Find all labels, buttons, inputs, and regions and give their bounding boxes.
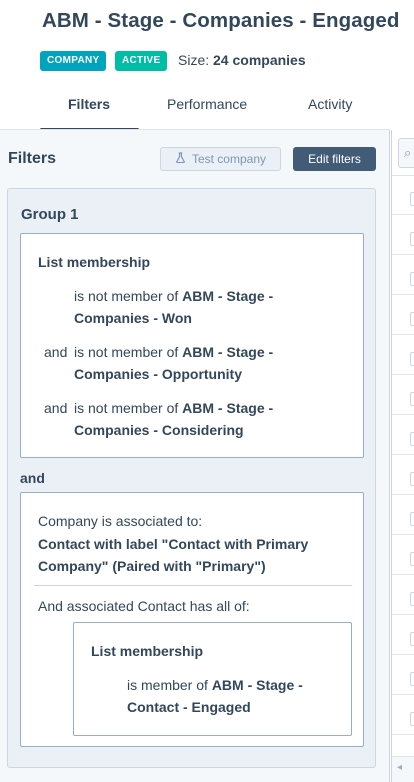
table-header-divider: [392, 175, 414, 176]
records-table-edge: ⌕ ◂: [391, 130, 414, 782]
rule-conjunction: and: [44, 344, 68, 360]
rule-operator: is member of: [127, 677, 212, 693]
row-checkbox[interactable]: [410, 392, 414, 406]
rule-operator: is not member of: [74, 400, 183, 416]
rule-body: is not member of ABM - Stage - Companies…: [74, 397, 314, 441]
test-company-button[interactable]: Test company: [160, 147, 281, 171]
filter-rule: is not member of ABM - Stage - Companies…: [44, 285, 344, 329]
rule-conjunction: and: [44, 400, 68, 416]
rule-list-name: ABM - Stage -: [211, 677, 303, 693]
table-row-divider: [392, 214, 414, 215]
tab-activity[interactable]: Activity: [308, 96, 352, 112]
test-company-label: Test company: [191, 152, 267, 166]
filter-card-heading: List membership: [91, 643, 204, 659]
table-row-divider: [392, 614, 414, 615]
page-title: ABM - Stage - Companies - Engaged: [42, 9, 400, 32]
rule-operator: is not member of: [74, 288, 183, 304]
object-type-badge: COMPANY: [40, 51, 107, 71]
table-row-divider: [392, 574, 414, 575]
row-checkbox[interactable]: [410, 632, 414, 646]
rule-list-name-cont: Companies - Considering: [74, 422, 244, 438]
rule-list-name-cont: Companies - Won: [74, 310, 192, 326]
card-divider: [34, 585, 352, 586]
table-row-divider: [392, 414, 414, 415]
list-size: Size: 24 companies: [178, 52, 306, 68]
association-description: Company is associated to:: [38, 513, 203, 529]
table-row-divider: [392, 734, 414, 735]
row-checkbox[interactable]: [410, 312, 414, 326]
tab-filters[interactable]: Filters: [68, 96, 110, 112]
flask-icon: [175, 152, 186, 166]
table-row-divider: [392, 374, 414, 375]
table-row-divider: [392, 334, 414, 335]
tab-performance[interactable]: Performance: [167, 96, 247, 112]
rule-list-name: ABM - Stage -: [182, 288, 274, 304]
nested-list-membership-card[interactable]: List membership is member of ABM - Stage…: [73, 622, 352, 736]
horizontal-scrollbar[interactable]: ◂: [392, 756, 414, 782]
filters-panel: Filters Test company Edit filters Group …: [0, 130, 390, 782]
status-badge: ACTIVE: [115, 51, 168, 71]
row-checkbox[interactable]: [410, 232, 414, 246]
table-row-divider: [392, 494, 414, 495]
size-value: 24 companies: [213, 52, 306, 68]
rule-operator: is not member of: [74, 344, 183, 360]
and-connector: and: [20, 470, 45, 486]
association-filter-card[interactable]: Company is associated to: Contact with l…: [20, 492, 364, 747]
table-row-divider: [392, 454, 414, 455]
list-header: ABM - Stage - Companies - Engaged COMPAN…: [0, 0, 414, 132]
group-title: Group 1: [21, 206, 79, 223]
row-checkbox[interactable]: [410, 712, 414, 726]
table-search-input[interactable]: ⌕: [398, 138, 414, 168]
filter-card-heading: List membership: [38, 254, 151, 270]
rule-list-name: ABM - Stage -: [182, 400, 274, 416]
filter-rule: is member of ABM - Stage - Contact - Eng…: [127, 674, 347, 718]
filters-panel-title: Filters: [8, 150, 57, 167]
scroll-left-icon[interactable]: ◂: [397, 762, 402, 773]
row-checkbox[interactable]: [410, 352, 414, 366]
rule-list-name-cont: Companies - Opportunity: [74, 366, 242, 382]
rule-body: is not member of ABM - Stage - Companies…: [74, 285, 314, 329]
rule-list-name-cont: Contact - Engaged: [127, 699, 251, 715]
table-row-divider: [392, 654, 414, 655]
size-label: Size:: [178, 52, 210, 68]
table-row-divider: [392, 294, 414, 295]
associated-condition: And associated Contact has all of:: [38, 598, 250, 614]
table-row-divider: [392, 694, 414, 695]
table-row-divider: [392, 534, 414, 535]
row-checkbox[interactable]: [410, 432, 414, 446]
row-checkbox[interactable]: [410, 672, 414, 686]
row-checkbox[interactable]: [410, 512, 414, 526]
rule-list-name: ABM - Stage -: [182, 344, 274, 360]
row-checkbox[interactable]: [410, 552, 414, 566]
row-checkbox[interactable]: [410, 472, 414, 486]
tab-bar: Filters Performance Activity: [0, 86, 414, 132]
rule-body: is not member of ABM - Stage - Companies…: [74, 341, 314, 385]
table-row-divider: [392, 254, 414, 255]
filter-group: Group 1 List membership is not member of…: [7, 188, 376, 768]
filter-rule: and is not member of ABM - Stage - Compa…: [44, 397, 344, 441]
search-icon: ⌕: [404, 145, 412, 160]
row-checkbox[interactable]: [410, 272, 414, 286]
filter-rule: and is not member of ABM - Stage - Compa…: [44, 341, 344, 385]
edit-filters-button[interactable]: Edit filters: [293, 147, 376, 171]
select-all-checkbox[interactable]: [410, 192, 414, 206]
list-membership-filter-card[interactable]: List membership is not member of ABM - S…: [20, 233, 364, 458]
row-checkbox[interactable]: [410, 592, 414, 606]
association-label: Contact with label "Contact with Primary…: [38, 536, 309, 574]
